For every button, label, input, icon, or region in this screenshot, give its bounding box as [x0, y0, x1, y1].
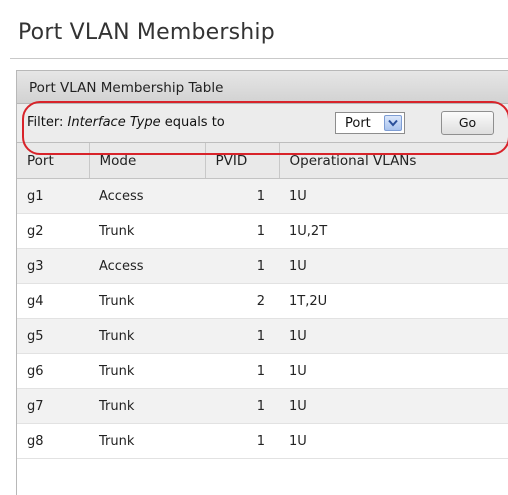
column-header-pvid[interactable]: PVID: [205, 143, 280, 179]
cell-mode: Trunk: [89, 423, 205, 459]
title-divider: [10, 58, 508, 59]
cell-mode: Access: [89, 248, 205, 284]
cell-pvid: 1: [205, 423, 279, 459]
filter-field: Interface Type: [67, 115, 161, 130]
chevron-down-icon[interactable]: [384, 115, 402, 131]
table-row[interactable]: g4 Trunk 2 1T,2U: [17, 283, 508, 319]
cell-port: g8: [17, 423, 89, 459]
table-row[interactable]: g3 Access 1 1U: [17, 248, 508, 284]
cell-mode: Access: [89, 178, 205, 214]
cell-pvid: 1: [205, 353, 279, 389]
select-value: Port: [345, 116, 371, 131]
cell-vlans: 1U,2T: [279, 213, 508, 249]
cell-pvid: 2: [205, 283, 279, 319]
table-row[interactable]: g2 Trunk 1 1U,2T: [17, 213, 508, 249]
cell-mode: Trunk: [89, 388, 205, 424]
cell-vlans: 1U: [279, 178, 508, 214]
table-row[interactable]: g1 Access 1 1U: [17, 178, 508, 214]
table-row[interactable]: g7 Trunk 1 1U: [17, 388, 508, 424]
cell-port: g2: [17, 213, 89, 249]
cell-vlans: 1U: [279, 318, 508, 354]
cell-port: g3: [17, 248, 89, 284]
membership-grid: Port Mode PVID Operational VLANs g1 Acce…: [17, 143, 508, 459]
go-button[interactable]: Go: [441, 111, 494, 135]
column-header-port[interactable]: Port: [17, 143, 90, 179]
cell-port: g4: [17, 283, 89, 319]
header-row: Port Mode PVID Operational VLANs: [17, 143, 508, 179]
cell-vlans: 1T,2U: [279, 283, 508, 319]
port-vlan-membership-table: Port VLAN Membership Table Filter: Inter…: [16, 70, 508, 495]
cell-vlans: 1U: [279, 388, 508, 424]
table-caption: Port VLAN Membership Table: [17, 71, 508, 104]
table-row[interactable]: g8 Trunk 1 1U: [17, 423, 508, 459]
cell-pvid: 1: [205, 213, 279, 249]
cell-pvid: 1: [205, 388, 279, 424]
column-header-operational-vlans[interactable]: Operational VLANs: [279, 143, 508, 179]
cell-port: g6: [17, 353, 89, 389]
cell-vlans: 1U: [279, 353, 508, 389]
table-row[interactable]: g5 Trunk 1 1U: [17, 318, 508, 354]
column-header-mode[interactable]: Mode: [89, 143, 206, 179]
filter-prefix: Filter:: [27, 115, 64, 130]
cell-vlans: 1U: [279, 248, 508, 284]
page-title: Port VLAN Membership: [18, 20, 275, 45]
filter-label: Filter: Interface Type equals to: [27, 115, 225, 130]
cell-mode: Trunk: [89, 318, 205, 354]
cell-port: g1: [17, 178, 89, 214]
cell-pvid: 1: [205, 318, 279, 354]
cell-port: g5: [17, 318, 89, 354]
cell-pvid: 1: [205, 248, 279, 284]
cell-mode: Trunk: [89, 213, 205, 249]
table-row[interactable]: g6 Trunk 1 1U: [17, 353, 508, 389]
cell-mode: Trunk: [89, 353, 205, 389]
cell-pvid: 1: [205, 178, 279, 214]
interface-type-select[interactable]: Port: [335, 112, 405, 134]
filter-row: Filter: Interface Type equals to Port Go: [17, 104, 508, 143]
cell-mode: Trunk: [89, 283, 205, 319]
cell-vlans: 1U: [279, 423, 508, 459]
filter-operator: equals to: [164, 115, 225, 130]
cell-port: g7: [17, 388, 89, 424]
